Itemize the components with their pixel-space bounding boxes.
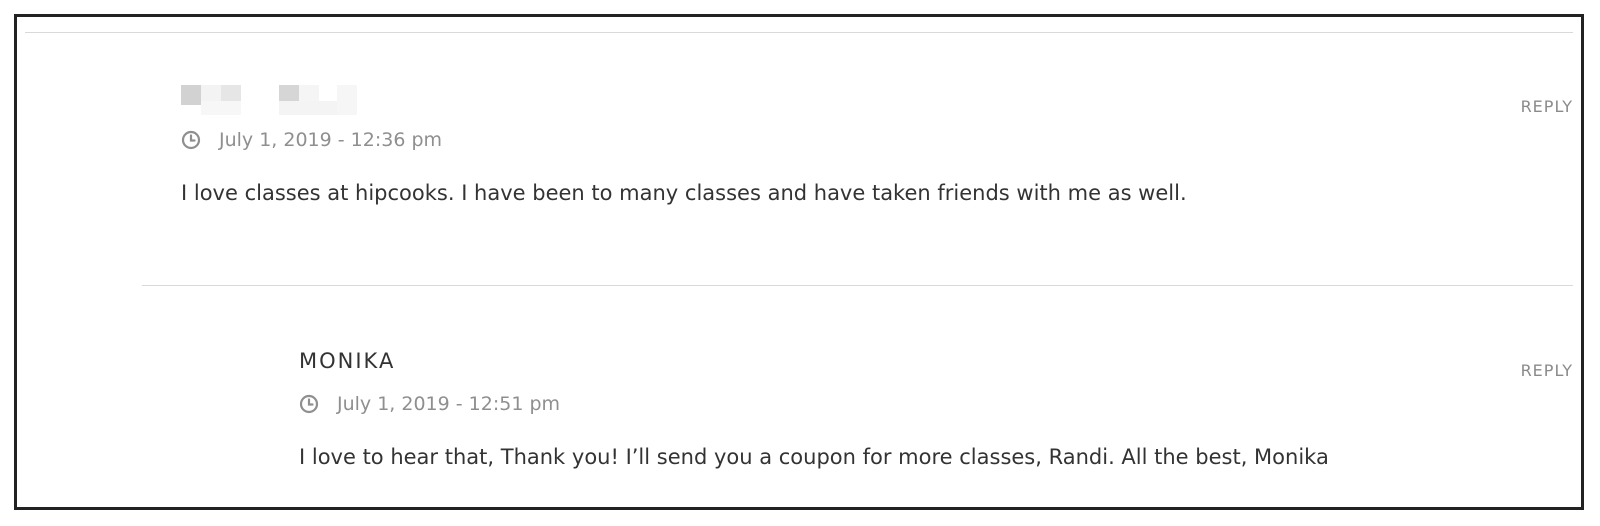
comment-text: I love to hear that, Thank you! I’ll sen… [299, 445, 1329, 469]
comment-meta: July 1, 2019 - 12:51 pm [299, 393, 1573, 415]
comment-date: July 1, 2019 - 12:51 pm [337, 393, 561, 415]
comment-author-redacted [181, 77, 381, 117]
reply-link[interactable]: REPLY [1521, 97, 1573, 116]
comment-text: I love classes at hipcooks. I have been … [181, 181, 1187, 205]
comments-panel: REPLY July 1, 2019 - 12:36 pm I love cla… [14, 14, 1584, 510]
comment-author: MONIKA [299, 349, 396, 373]
reply-link[interactable]: REPLY [1521, 361, 1573, 380]
comment-item: REPLY July 1, 2019 - 12:36 pm I love cla… [181, 77, 1573, 205]
comment-meta: July 1, 2019 - 12:36 pm [181, 129, 1573, 151]
comment-reply-item: MONIKA REPLY July 1, 2019 - 12:51 pm I l… [299, 341, 1573, 469]
clock-icon [181, 130, 201, 150]
comments-divider [142, 285, 1573, 286]
comment-date: July 1, 2019 - 12:36 pm [219, 129, 443, 151]
comments-top-divider [25, 32, 1573, 33]
clock-icon [299, 394, 319, 414]
